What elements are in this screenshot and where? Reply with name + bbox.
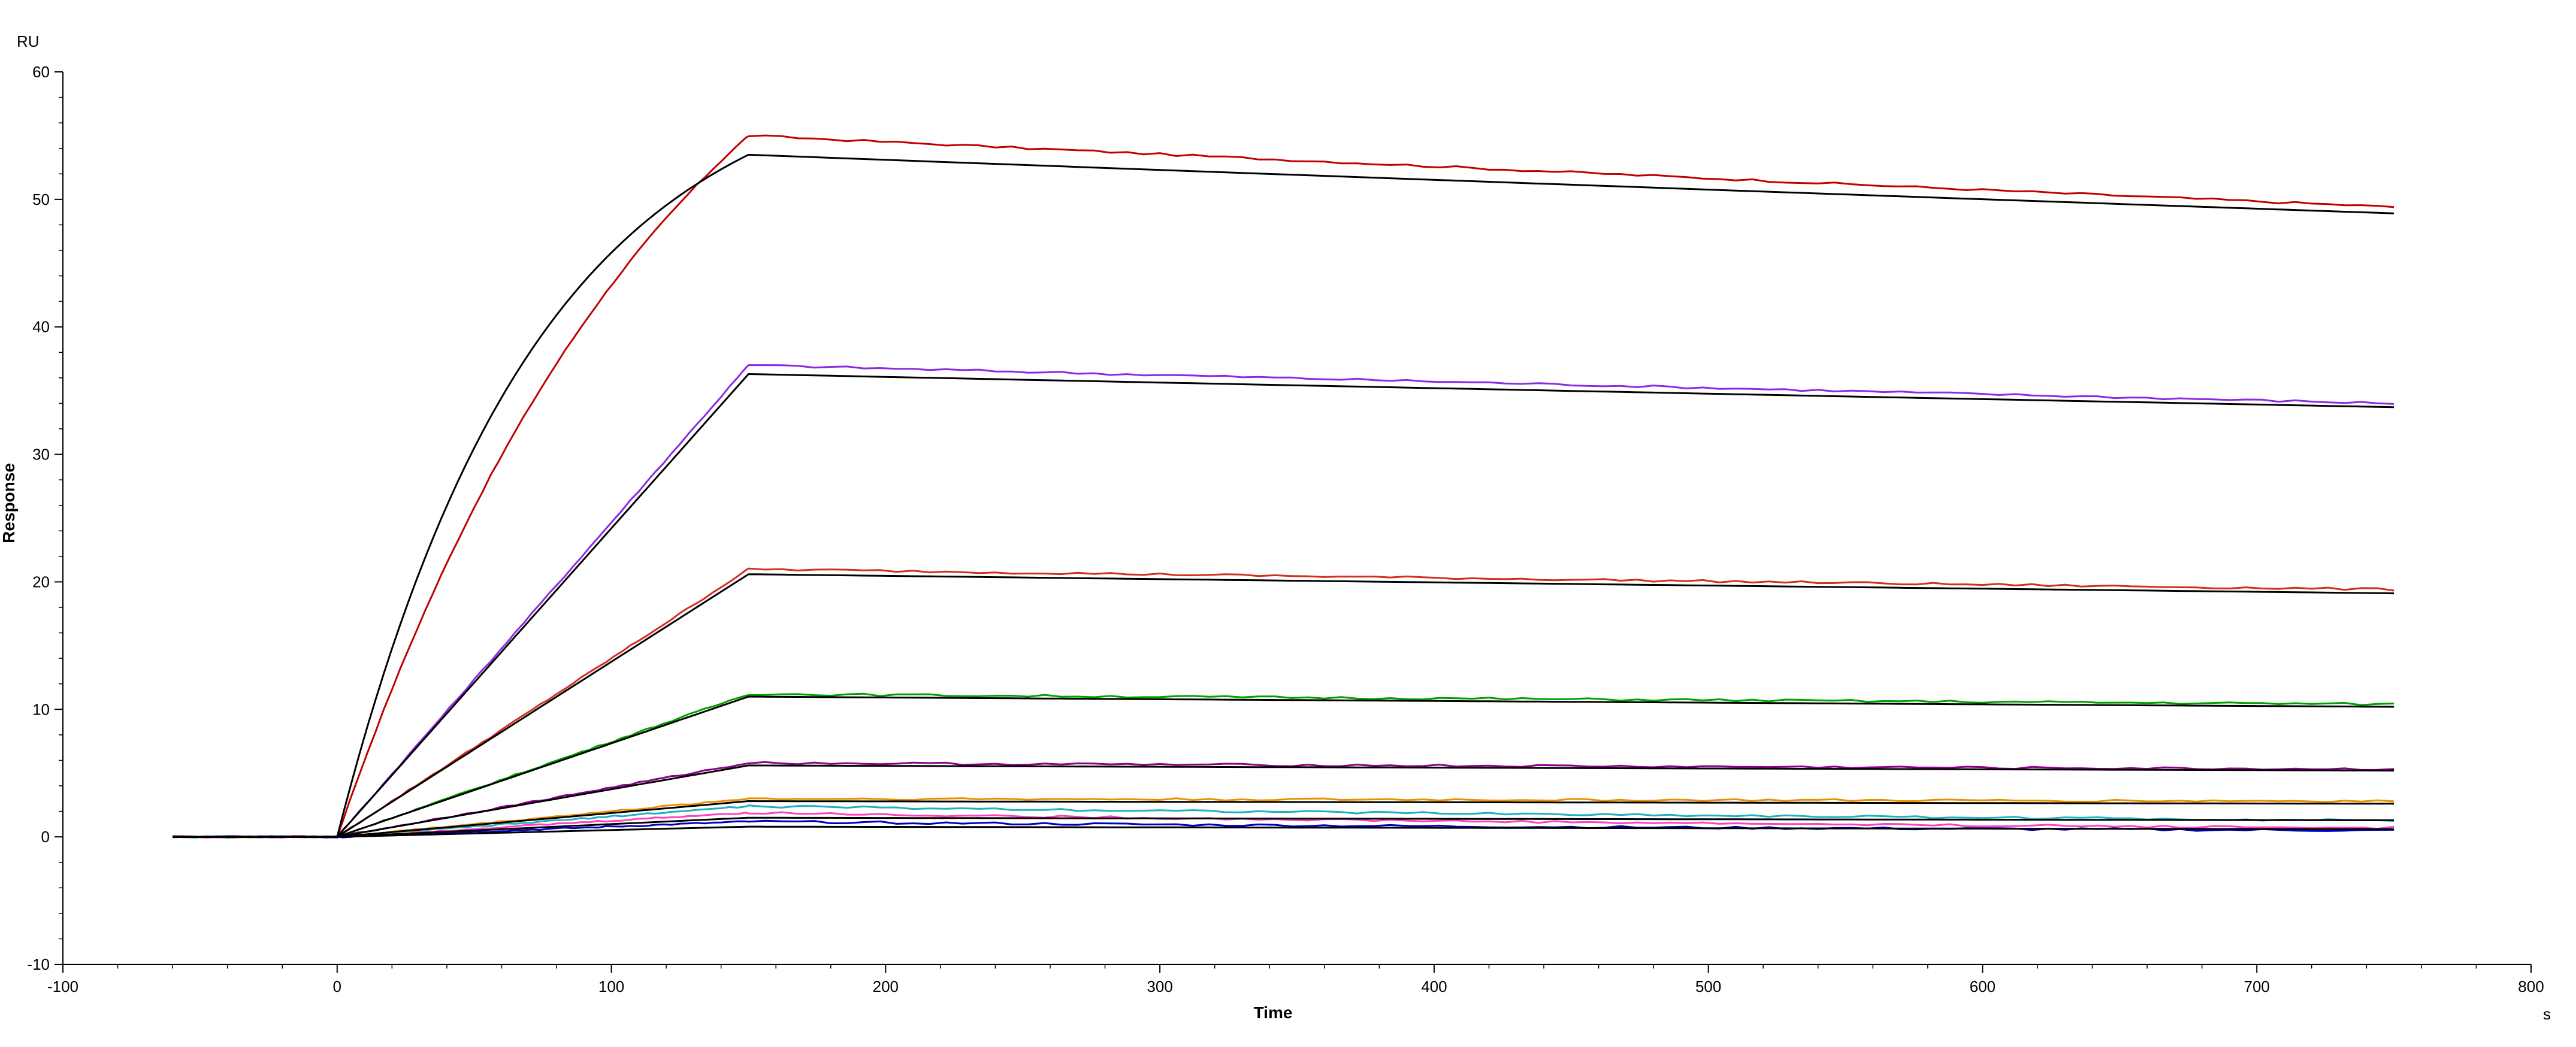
y-ticks: -10 0 10 20 30 40 50 60	[27, 63, 63, 973]
axes-layer: -100 0 100 200 300 400 500 600 700 800 -100102030…	[27, 63, 2544, 995]
x-unit-label: s	[2543, 1005, 2551, 1023]
x-axis-title: Time	[1254, 1003, 1293, 1022]
x-ticks: -100 0 100 200 300 400 500 600 700 800	[47, 964, 2544, 995]
x-tick-label: 400	[1421, 978, 1447, 995]
x-tick-label: 300	[1147, 978, 1172, 995]
data-series-line	[173, 567, 2394, 839]
y-axis-title: Response	[0, 463, 18, 543]
x-tick-label: 800	[2518, 978, 2544, 995]
x-tick-label: 0	[333, 978, 341, 995]
x-tick-label: 100	[598, 978, 624, 995]
series-layer	[172, 134, 2394, 839]
y-tick-label: 30	[32, 446, 50, 464]
data-series-line	[173, 134, 2394, 839]
fit-curve-line	[173, 153, 2394, 838]
x-tick-label: 200	[873, 978, 899, 995]
sensorgram-chart: -100 0 100 200 300 400 500 600 700 800 -100102030…	[0, 32, 2551, 1023]
x-tick-label: 600	[1970, 978, 1996, 995]
y-tick-label: -10	[27, 955, 50, 973]
y-tick-label: 60	[32, 63, 50, 81]
y-tick-label: 50	[32, 190, 50, 208]
x-tick-label: -100	[47, 978, 78, 995]
x-tick-label: 500	[1695, 978, 1721, 995]
x-tick-label: 700	[2244, 978, 2270, 995]
y-tick-label: 0	[41, 828, 50, 846]
y-tick-label: 40	[32, 318, 50, 336]
y-tick-label: 20	[32, 573, 50, 591]
y-tick-label: 10	[32, 700, 50, 718]
y-unit-label: RU	[17, 32, 40, 50]
